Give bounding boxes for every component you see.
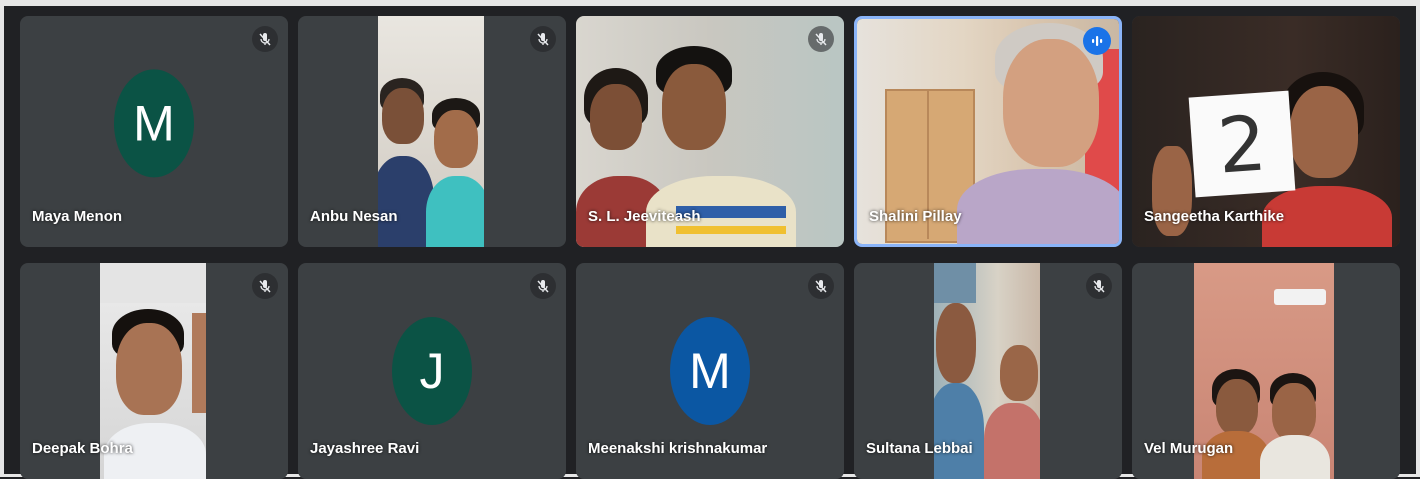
participant-avatar: J (392, 317, 472, 425)
participant-name: Meenakshi krishnakumar (588, 440, 768, 457)
participant-tile-sangeetha-karthike[interactable]: 2 Sangeetha Karthike (1132, 16, 1400, 247)
participant-name: Shalini Pillay (869, 208, 962, 225)
participant-grid: M Maya Menon Anbu Nesan S. L. Jeeviteash… (20, 16, 1400, 479)
participant-name: Maya Menon (32, 208, 123, 225)
participant-name: S. L. Jeeviteash (588, 208, 701, 225)
meeting-frame: M Maya Menon Anbu Nesan S. L. Jeeviteash… (0, 0, 1420, 479)
participant-avatar: M (114, 68, 194, 177)
participant-name: Sultana Lebbai (866, 440, 973, 457)
sign-card: 2 (1188, 90, 1296, 198)
participant-tile-shalini-pillay[interactable]: Shalini Pillay (854, 16, 1122, 247)
participant-tile-jayashree-ravi[interactable]: J Jayashree Ravi (298, 263, 566, 479)
participant-tile-maya-menon[interactable]: M Maya Menon (20, 16, 288, 247)
mic-off-icon[interactable] (252, 26, 278, 52)
participant-name: Sangeetha Karthike (1144, 208, 1285, 225)
participant-avatar: M (670, 317, 750, 425)
participant-name: Deepak Bohra (32, 440, 133, 457)
mic-off-icon[interactable] (808, 26, 834, 52)
participant-name: Jayashree Ravi (310, 440, 420, 457)
participant-tile-s-l-jeeviteash[interactable]: S. L. Jeeviteash (576, 16, 844, 247)
mic-off-icon[interactable] (1086, 273, 1112, 299)
participant-tile-vel-murugan[interactable]: Vel Murugan (1132, 263, 1400, 479)
participant-tile-meenakshi-krishnakumar[interactable]: M Meenakshi krishnakumar (576, 263, 844, 479)
participant-name: Vel Murugan (1144, 440, 1234, 457)
mic-off-icon[interactable] (252, 273, 278, 299)
participant-tile-deepak-bohra[interactable]: Deepak Bohra (20, 263, 288, 479)
audio-level-icon (1083, 27, 1111, 55)
participant-name: Anbu Nesan (310, 208, 398, 225)
mic-off-icon[interactable] (530, 26, 556, 52)
mic-off-icon[interactable] (530, 273, 556, 299)
participant-tile-anbu-nesan[interactable]: Anbu Nesan (298, 16, 566, 247)
participant-tile-sultana-lebbai[interactable]: Sultana Lebbai (854, 263, 1122, 479)
mic-off-icon[interactable] (808, 273, 834, 299)
